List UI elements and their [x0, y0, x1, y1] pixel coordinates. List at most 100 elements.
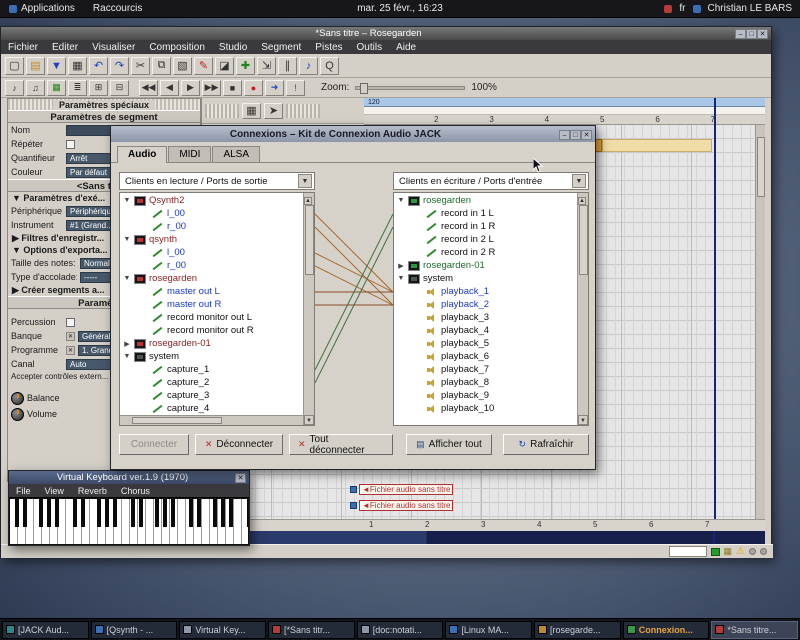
- vkeybd-titlebar[interactable]: Virtual Keyboard ver.1.9 (1970) ✕: [9, 471, 249, 484]
- taskbar-item[interactable]: [JACK Aud...: [2, 621, 89, 639]
- playback-position-pointer[interactable]: [714, 98, 716, 519]
- bar-number-ruler[interactable]: 234567: [364, 115, 765, 125]
- audio-segment-label[interactable]: ◄Fichier audio sans titre: [350, 500, 453, 511]
- output-ports-list[interactable]: ▼Qsynth2l_00r_00▼qsynthl_00r_00▼rosegard…: [119, 192, 315, 426]
- port-tree-row[interactable]: r_00: [120, 220, 303, 233]
- volume-icon[interactable]: [693, 5, 701, 13]
- toolbar-icon[interactable]: ▤: [26, 57, 45, 75]
- toolbar-icon[interactable]: ⇲: [257, 57, 276, 75]
- taskbar-item[interactable]: [doc:notati...: [357, 621, 444, 639]
- scroll-down-icon[interactable]: ▼: [578, 415, 588, 425]
- toolbar-icon[interactable]: ▦: [47, 80, 66, 96]
- port-tree-row[interactable]: ▶rosegarden-01: [120, 337, 303, 350]
- warning-icon[interactable]: ⚠: [736, 546, 745, 557]
- menu-item[interactable]: Chorus: [114, 486, 157, 496]
- arrow-tool-icon[interactable]: ➤: [264, 103, 283, 119]
- toolbar-icon[interactable]: ♪: [299, 57, 318, 75]
- port-tree-row[interactable]: capture_4: [120, 402, 303, 415]
- expander-icon[interactable]: ▶: [397, 262, 405, 270]
- toolbar-icon[interactable]: ↶: [89, 57, 108, 75]
- user-menu[interactable]: Christian LE BARS: [708, 3, 792, 14]
- port-tree-row[interactable]: ▼qsynth: [120, 233, 303, 246]
- notification-icon[interactable]: [664, 5, 672, 13]
- menu-item[interactable]: Outils: [350, 42, 390, 53]
- expander-icon[interactable]: ▼: [397, 197, 405, 204]
- port-tree-row[interactable]: playback_5: [394, 337, 577, 350]
- rosegarden-titlebar[interactable]: *Sans titre – Rosegarden –□✕: [1, 27, 771, 40]
- port-tree-row[interactable]: ▼system: [120, 350, 303, 363]
- panner-ruler[interactable]: 1234567: [201, 519, 765, 531]
- expander-icon[interactable]: ▼: [123, 236, 131, 243]
- panner-overview[interactable]: [201, 531, 765, 544]
- input-ports-list[interactable]: ▼rosegardenrecord in 1 Lrecord in 1 Rrec…: [393, 192, 589, 426]
- repeat-checkbox[interactable]: [66, 140, 75, 149]
- panel-drag-handle[interactable]: Paramètres spéciaux: [8, 99, 200, 110]
- port-tree-row[interactable]: playback_2: [394, 298, 577, 311]
- port-tree-row[interactable]: record in 1 R: [394, 220, 577, 233]
- list-vertical-scrollbar[interactable]: ▲▼: [303, 193, 314, 425]
- port-tree-row[interactable]: playback_4: [394, 324, 577, 337]
- transport-button[interactable]: ◀: [160, 80, 179, 96]
- toolbar-icon[interactable]: ▦: [68, 57, 87, 75]
- tempo-ruler[interactable]: 120: [364, 98, 765, 107]
- toolbar-icon[interactable]: ∥: [278, 57, 297, 75]
- toolbar-icon[interactable]: ⊞: [89, 80, 108, 96]
- scroll-up-icon[interactable]: ▲: [578, 197, 586, 205]
- list-horizontal-scrollbar[interactable]: [120, 415, 303, 425]
- menu-item[interactable]: Aide: [389, 42, 423, 53]
- taskbar-item[interactable]: [rosegarde...: [534, 621, 621, 639]
- port-tree-row[interactable]: record monitor out R: [120, 324, 303, 337]
- window-control-button[interactable]: □: [570, 130, 581, 140]
- zoom-slider[interactable]: [355, 86, 465, 90]
- toolbar-icon[interactable]: ✂: [131, 57, 150, 75]
- keyboard-layout-indicator[interactable]: fr: [679, 3, 685, 14]
- tab-audio[interactable]: Audio: [117, 146, 167, 163]
- transport-button[interactable]: ▶▶: [202, 80, 221, 96]
- snap-grid-icon[interactable]: ▦: [242, 103, 261, 119]
- disconnect-button[interactable]: ✕Déconnecter: [195, 434, 283, 455]
- toolbar-icon[interactable]: ◪: [215, 57, 234, 75]
- transport-button[interactable]: ➜: [265, 80, 284, 96]
- tab-alsa[interactable]: ALSA: [212, 146, 260, 162]
- transport-button[interactable]: ■: [223, 80, 242, 96]
- port-tree-row[interactable]: playback_1: [394, 285, 577, 298]
- volume-knob[interactable]: [11, 408, 24, 421]
- connect-button[interactable]: Connecter: [119, 434, 189, 455]
- port-tree-row[interactable]: ▼Qsynth2: [120, 194, 303, 207]
- list-vertical-scrollbar[interactable]: ▲▼: [577, 193, 588, 425]
- piano-keyboard[interactable]: [9, 497, 249, 545]
- toolbar-icon[interactable]: ✚: [236, 57, 255, 75]
- expander-icon[interactable]: ▼: [397, 275, 405, 282]
- scroll-up-icon[interactable]: ▲: [304, 197, 312, 205]
- port-tree-row[interactable]: record in 2 L: [394, 233, 577, 246]
- menu-item[interactable]: Editer: [45, 42, 85, 53]
- port-tree-row[interactable]: master out L: [120, 285, 303, 298]
- menu-item[interactable]: File: [9, 486, 38, 496]
- window-control-button[interactable]: □: [746, 29, 757, 39]
- window-control-button[interactable]: ✕: [581, 130, 592, 140]
- expander-icon[interactable]: ▼: [123, 197, 131, 204]
- zoom-slider-thumb[interactable]: [360, 83, 368, 94]
- transport-button[interactable]: !: [286, 80, 305, 96]
- port-tree-row[interactable]: playback_7: [394, 363, 577, 376]
- taskbar-item[interactable]: *Sans titre...: [711, 621, 798, 639]
- window-control-button[interactable]: –: [735, 29, 746, 39]
- menu-item[interactable]: Pistes: [308, 42, 349, 53]
- close-icon[interactable]: ✕: [235, 473, 246, 483]
- chord-ruler[interactable]: [364, 107, 765, 115]
- audio-segment-label[interactable]: ◄Fichier audio sans titre: [350, 484, 453, 495]
- transport-button[interactable]: ◀◀: [139, 80, 158, 96]
- menu-item[interactable]: Segment: [254, 42, 308, 53]
- window-control-button[interactable]: ✕: [757, 29, 768, 39]
- bank-toggle[interactable]: ✕: [66, 332, 75, 341]
- toolbar-icon[interactable]: ▼: [47, 57, 66, 75]
- port-tree-row[interactable]: playback_6: [394, 350, 577, 363]
- window-control-button[interactable]: –: [559, 130, 570, 140]
- black-keys[interactable]: [10, 499, 248, 527]
- transport-button[interactable]: ▶: [181, 80, 200, 96]
- output-clients-combo[interactable]: Clients en lecture / Ports de sortie▼: [119, 172, 315, 190]
- menu-item[interactable]: Studio: [212, 42, 254, 53]
- port-tree-row[interactable]: capture_3: [120, 389, 303, 402]
- dialog-titlebar[interactable]: Connexions – Kit de Connexion Audio JACK…: [111, 126, 595, 142]
- balance-knob[interactable]: [11, 392, 24, 405]
